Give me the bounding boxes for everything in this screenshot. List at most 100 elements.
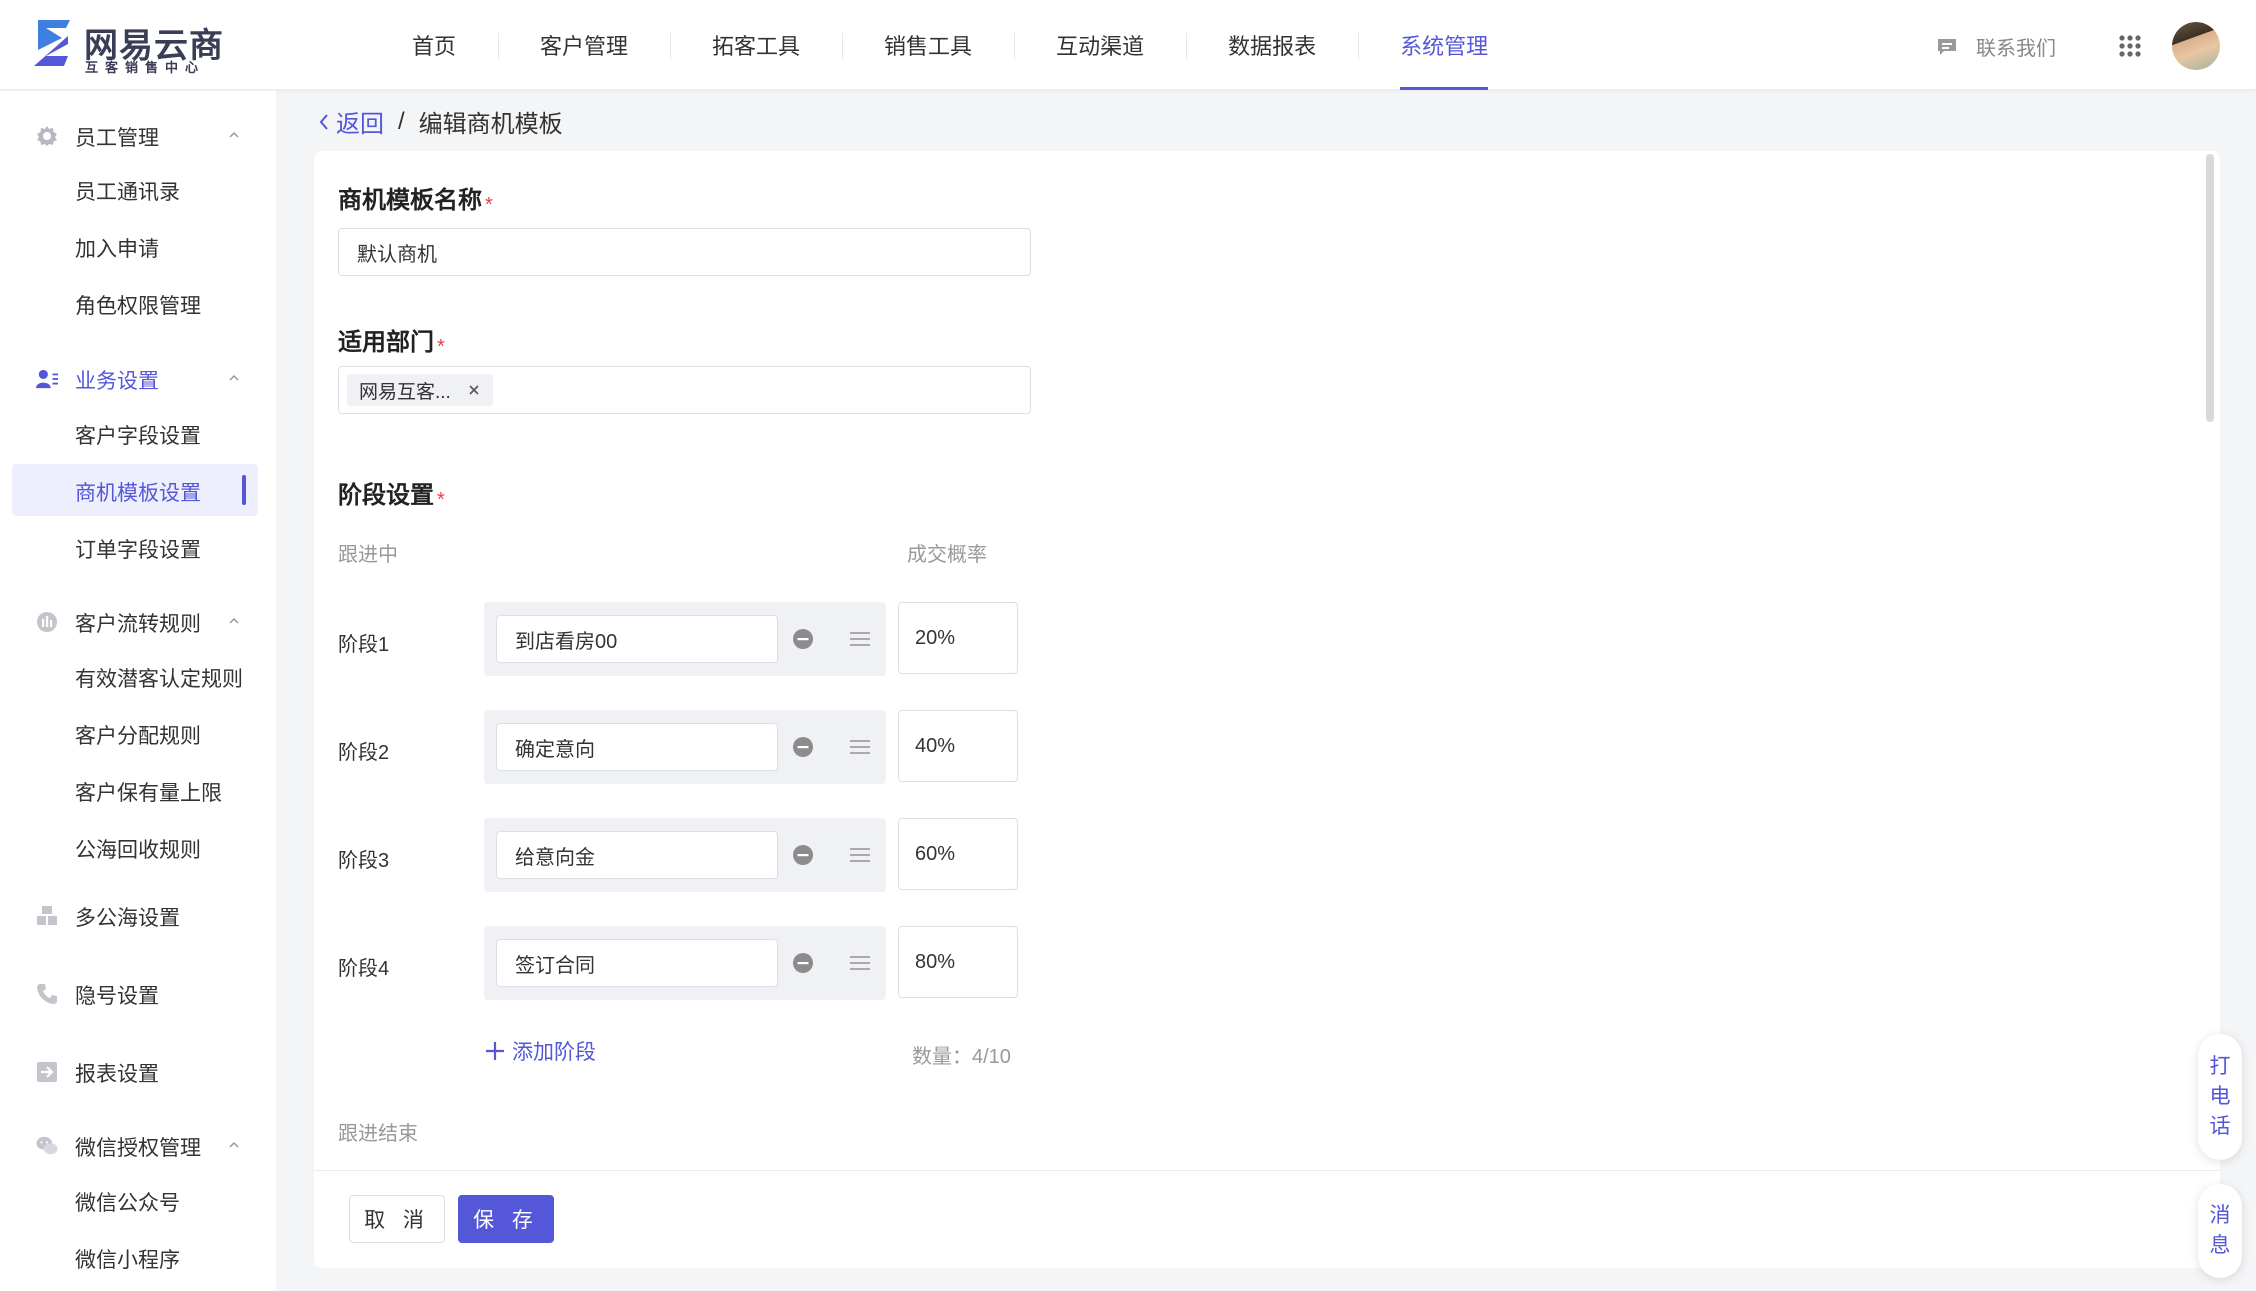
sidebar-group-staff[interactable]: 员工管理 [0, 107, 276, 163]
stage-label: 阶段3 [338, 850, 390, 872]
sidebar-group-customer-flow[interactable]: 客户流转规则 [0, 593, 276, 649]
stage-settings-title: 阶段设置 * [338, 475, 445, 511]
sidebar-item-label: 客户字段设置 [75, 425, 201, 448]
sidebar-item-pool-recycle-rules[interactable]: 公海回收规则 [12, 821, 258, 873]
main-nav: 首页 客户管理 拓客工具 销售工具 互动渠道 数据报表 系统管理 [370, 0, 1530, 90]
stage-label: 阶段1 [338, 634, 390, 656]
sidebar-item-opportunity-templates[interactable]: 商机模板设置 [12, 464, 258, 516]
drag-handle-icon[interactable] [849, 845, 871, 865]
brand-logo[interactable]: 网易云商 互客销售中心 [32, 16, 232, 75]
department-title: 适用部门 * [338, 322, 445, 358]
stage-name-input[interactable]: 到店看房00 [496, 615, 778, 663]
sidebar-item-label: 角色权限管理 [75, 295, 201, 318]
remove-stage-icon[interactable] [791, 843, 815, 867]
contact-us-label: 联系我们 [1976, 38, 2056, 60]
add-stage-button[interactable]: 添加阶段 [484, 1036, 596, 1066]
message-label-char: 息 [2209, 1234, 2231, 1257]
call-float-button[interactable]: 打 电 话 [2198, 1034, 2242, 1160]
required-mark: * [485, 194, 493, 216]
remove-stage-icon[interactable] [791, 627, 815, 651]
back-link[interactable]: 返回 [318, 104, 384, 139]
chat-icon [1938, 38, 1956, 55]
template-name-label: 商机模板名称 [338, 187, 482, 214]
remove-stage-icon[interactable] [791, 735, 815, 759]
nav-home[interactable]: 首页 [370, 0, 498, 90]
sidebar-item-label: 微信公众号 [75, 1192, 180, 1215]
chevron-left-icon [319, 113, 328, 130]
sidebar-item-wechat-official-account[interactable]: 微信公众号 [12, 1174, 258, 1226]
breadcrumb: 返回 / 编辑商机模板 [318, 104, 563, 139]
message-float-button[interactable]: 消 息 [2198, 1184, 2242, 1278]
top-header: 网易云商 互客销售中心 首页 客户管理 拓客工具 销售工具 互动渠道 数据报表 … [0, 0, 2256, 90]
breadcrumb-separator: / [398, 107, 405, 135]
nav-interaction-channels[interactable]: 互动渠道 [1014, 0, 1186, 90]
boxes-icon [37, 906, 57, 925]
template-name-input[interactable]: 默认商机 [338, 228, 1031, 276]
sidebar-item-staff-directory[interactable]: 员工通讯录 [12, 163, 258, 215]
close-icon[interactable] [467, 383, 481, 397]
stage-label: 阶段4 [338, 958, 390, 980]
probability-heading: 成交概率 [907, 544, 987, 566]
stage-name-input[interactable]: 给意向金 [496, 831, 778, 879]
sidebar-group-label: 多公海设置 [75, 907, 180, 930]
sidebar-item-assignment-rules[interactable]: 客户分配规则 [12, 707, 258, 759]
call-label-char: 打 [2209, 1055, 2231, 1078]
plus-icon [486, 1042, 504, 1060]
sidebar-item-label: 客户分配规则 [75, 725, 201, 748]
sidebar-group-business-settings[interactable]: 业务设置 [0, 350, 276, 406]
form-footer: 取 消 保 存 [314, 1170, 2220, 1268]
stage-label: 阶段2 [338, 742, 390, 764]
phone-icon [37, 984, 57, 1004]
remove-stage-icon[interactable] [791, 951, 815, 975]
sidebar-group-label: 客户流转规则 [75, 613, 201, 636]
sidebar-group-label: 微信授权管理 [75, 1137, 201, 1160]
nav-prospecting-tools[interactable]: 拓客工具 [670, 0, 842, 90]
gear-icon [37, 126, 57, 146]
page-title: 编辑商机模板 [418, 111, 563, 138]
sidebar-item-valid-lead-rules[interactable]: 有效潜客认定规则 [12, 650, 258, 702]
sidebar-item-join-requests[interactable]: 加入申请 [12, 220, 258, 272]
chevron-up-icon [229, 617, 239, 624]
sidebar-item-label: 订单字段设置 [75, 539, 201, 562]
call-label-char: 话 [2209, 1115, 2231, 1138]
stage-probability-input[interactable]: 20% [898, 602, 1018, 674]
sidebar-group-label: 隐号设置 [75, 985, 159, 1008]
department-tag: 网易互客... [347, 374, 493, 406]
department-tag-label: 网易互客... [359, 381, 451, 403]
sidebar-group-report-settings[interactable]: 报表设置 [0, 1043, 276, 1099]
nav-customer-management[interactable]: 客户管理 [498, 0, 670, 90]
sidebar-item-customer-fields[interactable]: 客户字段设置 [12, 407, 258, 459]
sidebar: 员工管理 员工通讯录 加入申请 角色权限管理 业务设置 客户字段设置 商机模板设… [0, 91, 276, 1291]
nav-data-reports[interactable]: 数据报表 [1186, 0, 1358, 90]
drag-handle-icon[interactable] [849, 629, 871, 649]
sidebar-item-label: 员工通讯录 [75, 181, 180, 204]
add-stage-label: 添加阶段 [512, 1041, 596, 1064]
save-button[interactable]: 保 存 [458, 1195, 554, 1243]
sidebar-item-retention-limit[interactable]: 客户保有量上限 [12, 764, 258, 816]
chevron-up-icon [229, 131, 239, 138]
apps-grid-icon[interactable] [2118, 34, 2142, 58]
sidebar-group-virtual-number[interactable]: 隐号设置 [0, 965, 276, 1021]
sidebar-item-wechat-mini-program[interactable]: 微信小程序 [12, 1231, 258, 1283]
stage-probability-input[interactable]: 80% [898, 926, 1018, 998]
user-avatar[interactable] [2172, 22, 2220, 70]
sidebar-item-order-fields[interactable]: 订单字段设置 [12, 521, 258, 573]
stage-probability-input[interactable]: 60% [898, 818, 1018, 890]
stage-name-input[interactable]: 签订合同 [496, 939, 778, 987]
drag-handle-icon[interactable] [849, 953, 871, 973]
contact-us-link[interactable]: 联系我们 [1936, 32, 2056, 61]
sidebar-item-label: 公海回收规则 [75, 839, 201, 862]
cancel-button[interactable]: 取 消 [349, 1195, 445, 1243]
nav-system-management[interactable]: 系统管理 [1358, 0, 1530, 90]
stage-name-input[interactable]: 确定意向 [496, 723, 778, 771]
stage-row: 签订合同 [484, 926, 886, 1000]
sidebar-group-multi-pool[interactable]: 多公海设置 [0, 887, 276, 943]
stage-row: 确定意向 [484, 710, 886, 784]
nav-sales-tools[interactable]: 销售工具 [842, 0, 1014, 90]
stage-probability-input[interactable]: 40% [898, 710, 1018, 782]
sidebar-group-wechat-auth[interactable]: 微信授权管理 [0, 1117, 276, 1173]
scrollbar-thumb[interactable] [2206, 154, 2214, 422]
drag-handle-icon[interactable] [849, 737, 871, 757]
sidebar-item-role-permissions[interactable]: 角色权限管理 [12, 277, 258, 329]
message-label-char: 消 [2209, 1204, 2231, 1227]
